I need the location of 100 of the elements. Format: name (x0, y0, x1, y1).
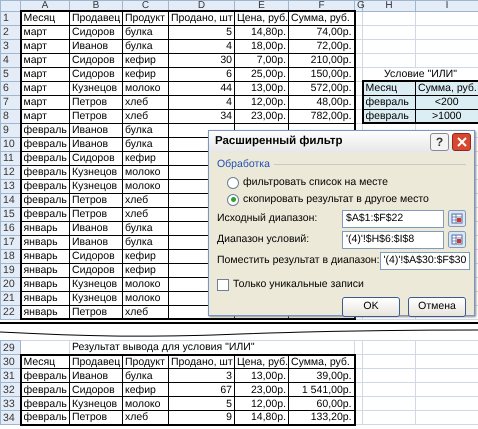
input-field[interactable]: '(4)'!$A$30:$F$30 (380, 252, 470, 270)
range-select-icon[interactable] (448, 231, 466, 248)
row-header[interactable]: 1 (0, 11, 20, 25)
row-header[interactable]: 33 (0, 396, 20, 410)
row-header[interactable]: 31 (0, 368, 20, 382)
table-cell: Петров (70, 207, 122, 221)
table-cell: хлеб (122, 193, 168, 207)
column-header[interactable]: G (354, 0, 362, 11)
table-cell: 60,00р. (288, 396, 355, 410)
table-cell: 9 (168, 410, 234, 424)
table-cell: 23,00р. (234, 109, 288, 123)
table-cell: 14,80р. (234, 410, 288, 424)
table-cell: булка (122, 25, 168, 39)
cancel-button[interactable]: Отмена (408, 296, 466, 317)
table-cell: молоко (122, 179, 168, 193)
table-cell: март (20, 53, 70, 67)
row-header[interactable]: 13 (0, 179, 20, 193)
row-header[interactable]: 6 (0, 81, 20, 95)
table-cell: 44 (168, 81, 234, 95)
radio-label[interactable]: фильтровать список на месте (243, 174, 388, 191)
table-cell: февраль (20, 193, 70, 207)
table-cell: 210,00р. (288, 53, 354, 67)
row-header[interactable]: 19 (0, 263, 20, 277)
radio-label[interactable]: скопировать результат в другое место (243, 192, 429, 208)
row-header[interactable]: 8 (0, 109, 20, 123)
table-cell: Иванов (70, 137, 122, 151)
row-header[interactable]: 22 (0, 305, 20, 319)
input-field[interactable]: '(4)'!$H$6:$I$8 (342, 230, 444, 249)
table-cell: Сумма, руб. (288, 11, 354, 25)
table-cell: 67 (168, 382, 234, 396)
table-cell: 34 (168, 109, 234, 123)
table-cell: 25,00р. (234, 67, 288, 81)
table-cell: Кузнецов (70, 277, 122, 291)
table-cell: Цена, руб. (234, 11, 288, 25)
row-header[interactable]: 29 (0, 340, 20, 354)
close-button[interactable] (452, 133, 471, 151)
table-cell: Петров (70, 109, 122, 123)
row-header[interactable]: 16 (0, 221, 20, 235)
table-cell: январь (20, 249, 70, 263)
row-header[interactable]: 10 (0, 137, 20, 151)
table-cell: январь (20, 235, 70, 249)
table-cell: 14,80р. (234, 25, 288, 39)
range-select-icon[interactable] (448, 210, 466, 228)
table-cell: Сумма, руб. (288, 354, 355, 368)
table-cell: булка (122, 235, 168, 249)
table-cell: Сидоров (70, 382, 122, 396)
group-label: Обработка (217, 157, 270, 172)
table-cell: хлеб (122, 109, 168, 123)
radio-button[interactable] (227, 176, 239, 189)
checkbox-label[interactable]: Только уникальные записи (233, 276, 364, 293)
table-cell: февраль (20, 368, 70, 382)
row-header[interactable]: 18 (0, 249, 20, 263)
checkbox[interactable] (217, 278, 229, 291)
table-cell: Иванов (70, 235, 122, 249)
table-cell: Сидоров (70, 67, 122, 81)
table-cell: 1 541,00р. (288, 382, 355, 396)
row-header[interactable]: 21 (0, 291, 20, 305)
row-header[interactable]: 3 (0, 39, 20, 53)
table-cell: >1000 (416, 109, 478, 123)
table-cell: Месяц (362, 81, 416, 95)
table-cell: <200 (416, 95, 478, 109)
row-header[interactable]: 11 (0, 151, 20, 165)
table-cell: Сидоров (70, 53, 122, 67)
row-header[interactable]: 20 (0, 277, 20, 291)
row-header[interactable]: 17 (0, 235, 20, 249)
table-cell: Результат вывода для условия "ИЛИ" (70, 340, 355, 354)
table-cell: 12,00р. (234, 396, 288, 410)
table-cell: 782,00р. (288, 109, 354, 123)
row-header[interactable]: 15 (0, 207, 20, 221)
table-cell: молоко (122, 81, 168, 95)
table-cell: Месяц (20, 11, 70, 25)
close-icon (456, 137, 466, 147)
radio-button[interactable] (227, 194, 239, 206)
row-header[interactable]: 9 (0, 123, 20, 137)
table-cell: молоко (122, 165, 168, 179)
row-header[interactable]: 34 (0, 410, 20, 424)
table-cell: Иванов (70, 221, 122, 235)
dialog-title: Расширенный фильтр (215, 134, 344, 150)
help-button[interactable]: ? (430, 133, 449, 151)
table-cell: кефир (122, 249, 168, 263)
input-field[interactable]: $A$1:$F$22 (342, 210, 444, 228)
table-cell: булка (122, 39, 168, 53)
column-header[interactable]: I (416, 0, 478, 11)
row-header[interactable]: 7 (0, 95, 20, 109)
row-header[interactable]: 4 (0, 53, 20, 67)
table-cell: Кузнецов (70, 179, 122, 193)
table-cell: кефир (122, 67, 168, 81)
table-cell: март (20, 67, 70, 81)
table-cell: февраль (362, 95, 416, 109)
row-header[interactable]: 2 (0, 25, 20, 39)
table-cell: январь (20, 291, 70, 305)
table-cell: февраль (20, 382, 70, 396)
row-header[interactable]: 12 (0, 165, 20, 179)
row-header[interactable]: 32 (0, 382, 20, 396)
ok-button[interactable]: OK (342, 296, 400, 317)
table-cell: Кузнецов (70, 396, 122, 410)
row-header[interactable]: 30 (0, 354, 20, 368)
row-header[interactable]: 5 (0, 67, 20, 81)
row-header[interactable]: 14 (0, 193, 20, 207)
column-header[interactable]: H (362, 0, 416, 11)
